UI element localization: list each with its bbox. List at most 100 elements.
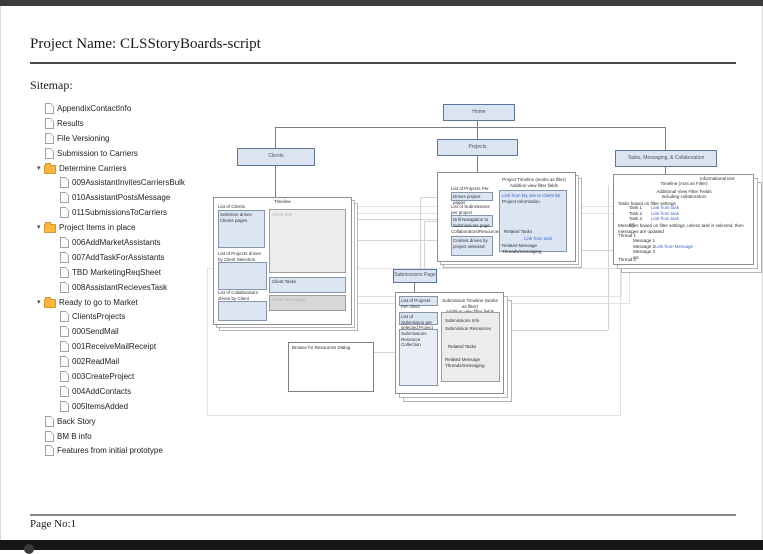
sitemap-item-label: Ready to go to Market [59, 298, 138, 307]
sitemap-item-label: 004AddContacts [72, 387, 131, 396]
sitemap-item-label: 005ItemsAdded [72, 402, 128, 411]
collaborators-list-box [218, 301, 267, 321]
node-projects[interactable]: Projects [437, 139, 518, 156]
node-tasks-messaging[interactable]: Tasks, Messaging, & Collaboration [615, 150, 717, 167]
sitemap-item-label: AppendixContactInfo [57, 104, 131, 113]
page-icon [60, 192, 69, 203]
related-messages-label: Related Message Threads/messaging [502, 243, 552, 254]
sitemap-item-label: 001ReceiveMailReceipt [72, 342, 156, 351]
sitemap-item-label: Submission to Carriers [57, 149, 138, 158]
sitemap-item-bm-b-info[interactable]: BM B info [30, 429, 250, 444]
footer-divider [30, 514, 736, 516]
sitemap-item-file-versioning[interactable]: File Versioning [30, 131, 250, 146]
sitemap-item-label: 008AssistantRecievesTask [72, 283, 167, 292]
page-icon [45, 445, 54, 456]
project-information-label: Project Information [502, 199, 540, 205]
project-detail-panel: Link from My site to Client list Project… [499, 190, 567, 252]
sitemap-item-label: 007AddTaskForAssistants [72, 253, 165, 262]
submissions-detail-box: Submissions Info Submission Resources Re… [441, 312, 500, 382]
folder-icon [44, 299, 56, 308]
expand-triangle-icon[interactable]: ▾ [37, 299, 44, 306]
drill-navigation-box: Drill Navigation to Submissions page [451, 215, 493, 227]
projects-panel: Project Timeline (works as filter) Addit… [437, 172, 576, 262]
connector-line [665, 127, 666, 150]
list-of-clients-label: List of Clients [218, 204, 245, 210]
node-clients[interactable]: Clients [237, 148, 315, 166]
page-icon [60, 341, 69, 352]
window-bottom-bar [0, 540, 763, 550]
list-of-projects-label: List of Projects driven by Client Select… [218, 251, 266, 262]
sitemap-item-determine-carriers[interactable]: ▾Determine Carriers [30, 161, 250, 176]
clients-panel: Timeline List of Clients Selection drive… [213, 197, 352, 325]
submissions-panel: List of Projects Per client Submission T… [395, 292, 504, 394]
tasks-panel-header: Timeline (Acts as Filter) Additional Vie… [634, 181, 734, 200]
context-drives-box: Context drives by project selected [451, 236, 493, 256]
taskbar-icon[interactable] [24, 544, 34, 554]
sitemap-item-label: Features from initial prototype [57, 446, 163, 455]
tasks-header-line1: Timeline (Acts as Filter) [634, 181, 734, 187]
folder-icon [44, 224, 56, 233]
message-row-link[interactable]: Link from Message [655, 244, 693, 250]
project-top-link[interactable]: Link from My site to Client list [502, 193, 564, 199]
sitemap-item-label: 002ReadMail [72, 357, 119, 366]
connector-line [352, 219, 438, 220]
submissions-list-box: List of Submission per selected Project [399, 312, 438, 325]
folder-icon [44, 165, 56, 174]
connector-line [503, 330, 608, 331]
connector-line [275, 127, 666, 128]
sitemap-item-label: 010AssistantPostsMessage [72, 193, 170, 202]
sitemap-item-label: File Versioning [57, 134, 109, 143]
page-icon [60, 311, 69, 322]
connector-line [424, 221, 425, 269]
message-list: Message 1Message 2Link from MessageMessa… [633, 238, 743, 261]
page-icon [45, 118, 54, 129]
sitemap-item-label: Project Items in place [59, 223, 135, 232]
sitemap-item-appendixcontactinfo[interactable]: AppendixContactInfo [30, 101, 250, 116]
node-home[interactable]: Home [443, 104, 515, 121]
sitemap-item-label: Back Story [57, 417, 96, 426]
list-submissions-label: List of Submissions per project [451, 204, 495, 215]
related-tasks-label: Related Tasks [504, 229, 532, 235]
client-tasks-box: Client Tasks [269, 277, 346, 293]
submissions-list-projects-box: List of Projects Per client [399, 296, 438, 306]
page-icon [45, 416, 54, 427]
connector-line [420, 197, 421, 269]
tasks-panel: Informational text Timeline (Acts as Fil… [613, 174, 754, 265]
sitemap-item-009assistantinvitescarriersbulk[interactable]: 009AssistantInvitesCarriersBulk [30, 175, 250, 190]
sitemap-item-label: BM B info [57, 432, 92, 441]
sitemap-label: Sitemap: [30, 78, 73, 93]
selection-drives-box: Selection drives Clients pages [218, 210, 265, 248]
page-icon [60, 177, 69, 188]
submissions-header-line1: Submission Timeline (works as filter) [441, 298, 499, 309]
messages-intro-label: Messages based on filter settings, unles… [618, 223, 748, 234]
sitemap-item-label: 009AssistantInvitesCarriersBulk [72, 178, 185, 187]
submissions-related-tasks-label: Related Tasks [448, 344, 476, 350]
page-left-edge [0, 6, 1, 540]
drives-project-pages-box: Drives project pages [451, 192, 493, 201]
task-row-link[interactable]: Link from task [651, 216, 679, 222]
page-icon [60, 237, 69, 248]
sitemap-item-features-from-initial-prototype[interactable]: Features from initial prototype [30, 443, 250, 458]
sitemap-item-label: 000SendMail [72, 327, 119, 336]
projects-list-box [218, 262, 267, 290]
expand-triangle-icon[interactable]: ▾ [37, 165, 44, 172]
link-from-task[interactable]: Link from task [524, 236, 552, 242]
page-icon [60, 356, 69, 367]
page-icon [45, 431, 54, 442]
node-submissions-page[interactable]: Submissions Page [393, 269, 437, 283]
sitemap-item-label: TBD MarketingReqSheet [72, 268, 161, 277]
sitemap-item-submission-to-carriers[interactable]: Submission to Carriers [30, 146, 250, 161]
submissions-info-label: Submissions Info [445, 318, 479, 324]
expand-triangle-icon[interactable]: ▾ [37, 224, 44, 231]
sitemap-item-label: Results [57, 119, 84, 128]
message-row: etc [633, 255, 743, 261]
projects-panel-header: Project Timeline (works as filter) Addit… [496, 177, 572, 188]
page-icon [60, 326, 69, 337]
page-icon [60, 386, 69, 397]
client-messages-box: Client Messages [269, 295, 346, 311]
page-icon [60, 401, 69, 412]
page-icon [60, 207, 69, 218]
connector-line [275, 127, 276, 149]
sitemap-item-label: 006AddMarketAssistants [72, 238, 161, 247]
sitemap-item-results[interactable]: Results [30, 116, 250, 131]
